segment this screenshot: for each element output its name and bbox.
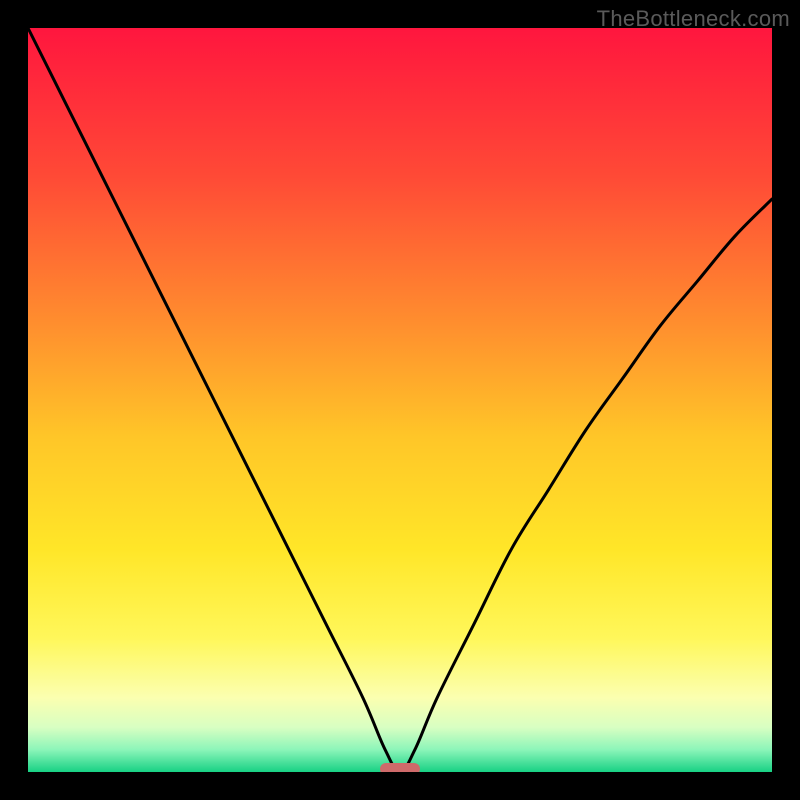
- chart-container: TheBottleneck.com: [0, 0, 800, 800]
- frame-right: [772, 0, 800, 800]
- frame-left: [0, 0, 28, 800]
- frame-bottom: [0, 772, 800, 800]
- watermark-text: TheBottleneck.com: [597, 6, 790, 32]
- gradient-background: [28, 28, 772, 772]
- bottleneck-chart: [0, 0, 800, 800]
